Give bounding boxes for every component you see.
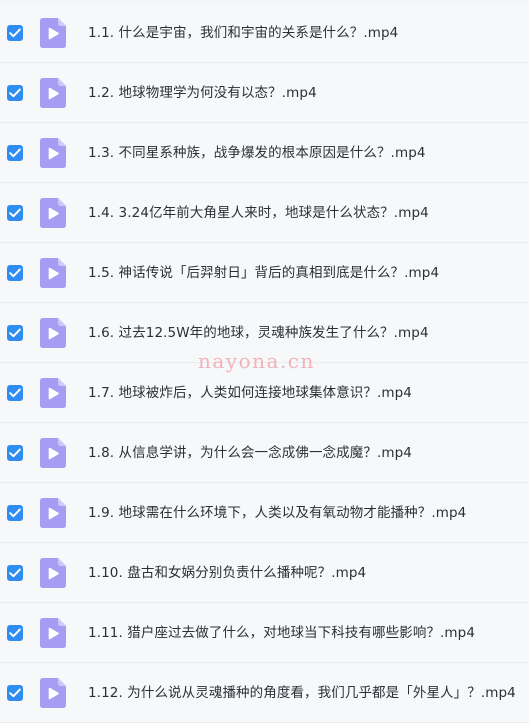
checkmark-icon xyxy=(9,508,21,518)
checkmark-icon xyxy=(9,388,21,398)
checkbox[interactable] xyxy=(7,445,23,461)
file-name: 1.6. 过去12.5W年的地球，灵魂种族发生了什么？.mp4 xyxy=(88,325,429,341)
video-file-icon xyxy=(40,198,66,228)
checkmark-icon xyxy=(9,448,21,458)
file-row[interactable]: 1.6. 过去12.5W年的地球，灵魂种族发生了什么？.mp4 xyxy=(0,303,529,363)
file-name: 1.2. 地球物理学为何没有以态？.mp4 xyxy=(88,85,317,101)
file-row[interactable]: 1.10. 盘古和女娲分别负责什么播种呢？.mp4 xyxy=(0,543,529,603)
checkmark-icon xyxy=(9,628,21,638)
video-file-icon xyxy=(40,18,66,48)
checkbox[interactable] xyxy=(7,145,23,161)
video-file-icon xyxy=(40,258,66,288)
checkmark-icon xyxy=(9,28,21,38)
file-name: 1.1. 什么是宇宙，我们和宇宙的关系是什么？.mp4 xyxy=(88,25,399,41)
video-file-icon xyxy=(40,78,66,108)
file-row[interactable]: 1.5. 神话传说「后羿射日」背后的真相到底是什么？.mp4 xyxy=(0,243,529,303)
file-row[interactable]: 1.9. 地球需在什么环境下，人类以及有氧动物才能播种？.mp4 xyxy=(0,483,529,543)
file-row[interactable]: 1.7. 地球被炸后，人类如何连接地球集体意识？.mp4 xyxy=(0,363,529,423)
checkmark-icon xyxy=(9,88,21,98)
video-file-icon xyxy=(40,498,66,528)
file-name: 1.5. 神话传说「后羿射日」背后的真相到底是什么？.mp4 xyxy=(88,265,440,281)
video-file-icon xyxy=(40,438,66,468)
video-file-icon xyxy=(40,618,66,648)
checkmark-icon xyxy=(9,208,21,218)
checkbox[interactable] xyxy=(7,325,23,341)
checkbox[interactable] xyxy=(7,385,23,401)
file-row[interactable]: 1.1. 什么是宇宙，我们和宇宙的关系是什么？.mp4 xyxy=(0,3,529,63)
checkmark-icon xyxy=(9,148,21,158)
file-name: 1.12. 为什么说从灵魂播种的角度看，我们几乎都是「外星人」？.mp4 xyxy=(88,685,516,701)
video-file-icon xyxy=(40,138,66,168)
checkbox[interactable] xyxy=(7,265,23,281)
video-file-icon xyxy=(40,318,66,348)
checkbox[interactable] xyxy=(7,685,23,701)
file-row[interactable]: 1.4. 3.24亿年前大角星人来时，地球是什么状态？.mp4 xyxy=(0,183,529,243)
file-row[interactable]: 1.3. 不同星系种族，战争爆发的根本原因是什么？.mp4 xyxy=(0,123,529,183)
checkmark-icon xyxy=(9,268,21,278)
file-row[interactable]: 1.12. 为什么说从灵魂播种的角度看，我们几乎都是「外星人」？.mp4 xyxy=(0,663,529,723)
checkmark-icon xyxy=(9,568,21,578)
file-name: 1.4. 3.24亿年前大角星人来时，地球是什么状态？.mp4 xyxy=(88,205,429,221)
checkmark-icon xyxy=(9,328,21,338)
file-name: 1.11. 猎户座过去做了什么，对地球当下科技有哪些影响？.mp4 xyxy=(88,625,476,641)
file-name: 1.7. 地球被炸后，人类如何连接地球集体意识？.mp4 xyxy=(88,385,412,401)
checkbox[interactable] xyxy=(7,505,23,521)
checkbox[interactable] xyxy=(7,205,23,221)
file-row[interactable]: 1.2. 地球物理学为何没有以态？.mp4 xyxy=(0,63,529,123)
file-row[interactable]: 1.11. 猎户座过去做了什么，对地球当下科技有哪些影响？.mp4 xyxy=(0,603,529,663)
video-file-icon xyxy=(40,378,66,408)
file-list: 1.1. 什么是宇宙，我们和宇宙的关系是什么？.mp4 1.2. 地球物理学为何没… xyxy=(0,3,529,723)
checkbox[interactable] xyxy=(7,565,23,581)
file-name: 1.9. 地球需在什么环境下，人类以及有氧动物才能播种？.mp4 xyxy=(88,505,467,521)
file-name: 1.8. 从信息学讲，为什么会一念成佛一念成魔？.mp4 xyxy=(88,445,412,461)
file-name: 1.10. 盘古和女娲分别负责什么播种呢？.mp4 xyxy=(88,565,367,581)
video-file-icon xyxy=(40,558,66,588)
file-row[interactable]: 1.8. 从信息学讲，为什么会一念成佛一念成魔？.mp4 xyxy=(0,423,529,483)
checkbox[interactable] xyxy=(7,625,23,641)
checkmark-icon xyxy=(9,688,21,698)
checkbox[interactable] xyxy=(7,85,23,101)
checkbox[interactable] xyxy=(7,25,23,41)
video-file-icon xyxy=(40,678,66,708)
file-name: 1.3. 不同星系种族，战争爆发的根本原因是什么？.mp4 xyxy=(88,145,426,161)
